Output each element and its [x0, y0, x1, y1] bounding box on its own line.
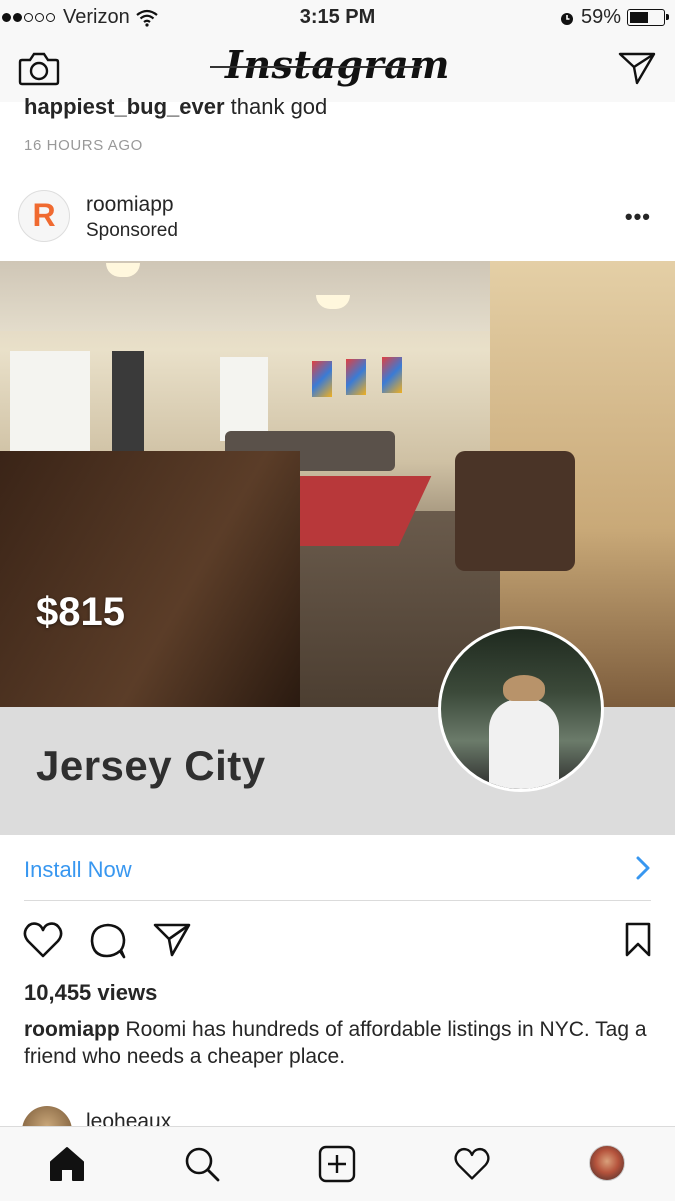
post-avatar[interactable]: R [18, 190, 70, 242]
activity-heart-icon[interactable] [453, 1145, 491, 1183]
caption-username[interactable]: roomiapp [24, 1018, 120, 1041]
nav-divider [210, 66, 422, 68]
roommate-photo [438, 626, 604, 792]
app-logo: Instagram [225, 42, 450, 87]
install-now-label: Install Now [24, 857, 132, 882]
bottom-tab-bar [0, 1126, 675, 1201]
home-icon[interactable] [48, 1145, 86, 1183]
city-label: Jersey City [36, 742, 266, 789]
post-timestamp: 16 HOURS AGO [24, 137, 143, 154]
heart-icon[interactable] [22, 920, 64, 960]
top-nav-bar: Instagram [0, 36, 675, 102]
comment-text: thank god [230, 94, 328, 119]
battery-icon [627, 9, 669, 26]
post-caption: roomiapp Roomi has hundreds of affordabl… [24, 1016, 654, 1070]
cta-divider [24, 900, 651, 901]
more-options-icon[interactable]: ••• [625, 204, 651, 230]
share-icon[interactable] [152, 920, 192, 960]
post-image[interactable] [0, 261, 675, 707]
add-post-icon[interactable] [318, 1145, 356, 1183]
brand-logo-letter: R [32, 197, 56, 233]
install-now-button[interactable]: Install Now [0, 835, 675, 901]
price-overlay: $815 [36, 590, 125, 634]
battery-area: 59% [559, 6, 669, 29]
comment-icon[interactable] [88, 920, 128, 960]
battery-percent: 59% [580, 6, 621, 28]
comment-username[interactable]: happiest_bug_ever [24, 94, 225, 119]
post-username[interactable]: roomiapp [86, 193, 174, 217]
sponsored-label: Sponsored [86, 220, 178, 241]
bookmark-icon[interactable] [622, 920, 654, 960]
chevron-right-icon [636, 856, 650, 880]
status-bar: Verizon 3:15 PM 59% [0, 0, 675, 36]
alarm-icon [560, 12, 573, 25]
profile-avatar[interactable] [589, 1145, 625, 1181]
previous-comment: happiest_bug_ever thank god [24, 94, 327, 120]
direct-message-icon[interactable] [617, 50, 657, 86]
view-count[interactable]: 10,455 views [24, 980, 157, 1006]
search-icon[interactable] [183, 1145, 221, 1183]
